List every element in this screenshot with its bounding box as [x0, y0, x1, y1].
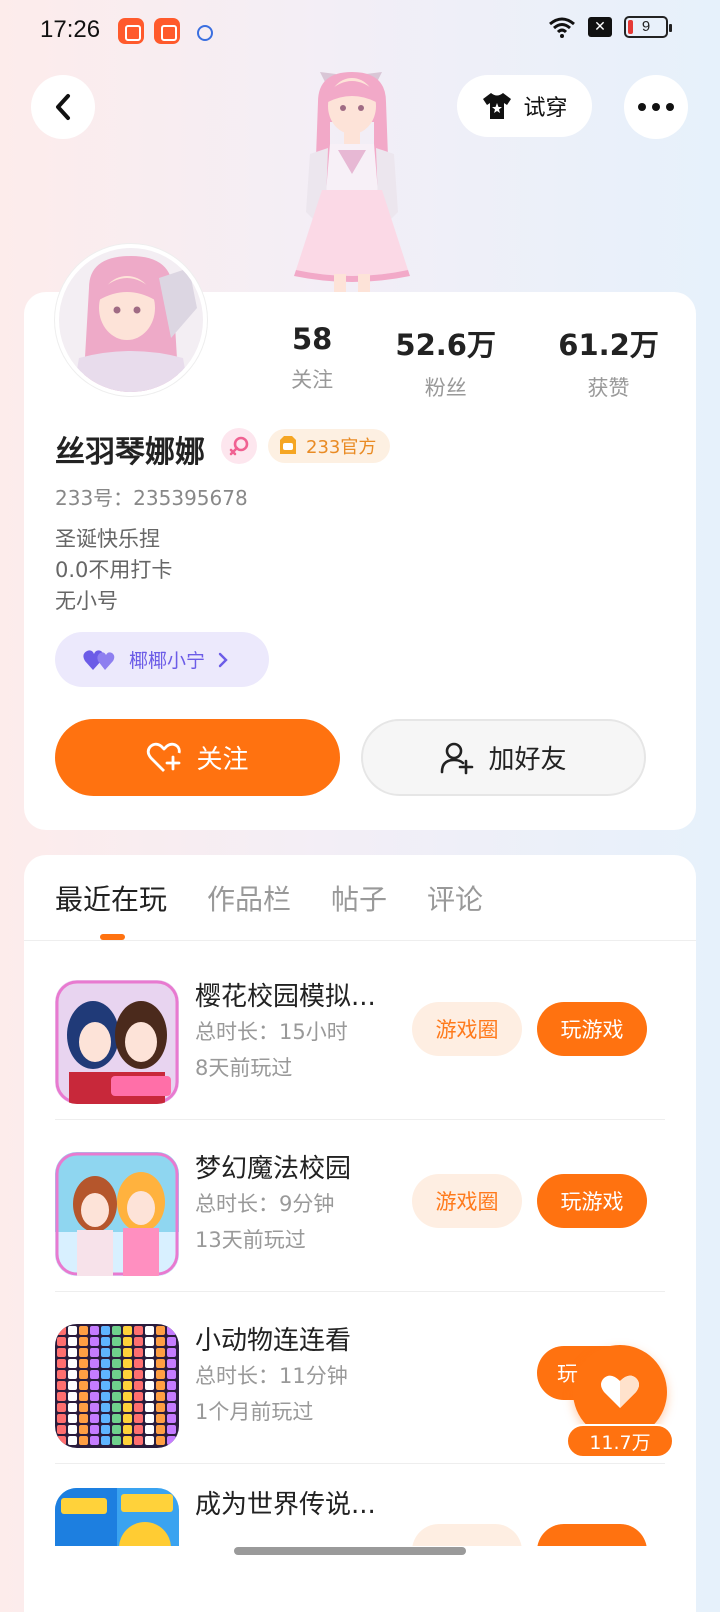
stat-likes[interactable]: 61.2万 获赞: [558, 322, 659, 402]
stat-label: 粉丝: [424, 376, 467, 400]
game-duration: 总时长：15小时: [195, 1020, 348, 1044]
play-game-button[interactable]: 玩游戏: [537, 1002, 647, 1056]
profile-stats: 58 关注 52.6万 粉丝 61.2万 获赞: [260, 322, 690, 402]
avatar-image: [59, 248, 203, 392]
status-indicators: ✕ 9: [548, 16, 672, 38]
list-item[interactable]: 樱花校园模拟... 总时长：15小时 8天前玩过 游戏圈 玩游戏: [24, 948, 696, 1120]
game-icon-animal-link[interactable]: [55, 1324, 179, 1448]
official-badge[interactable]: 233官方: [268, 429, 391, 463]
stat-label: 获赞: [587, 376, 630, 400]
tab-posts[interactable]: 帖子: [331, 878, 387, 918]
double-heart-icon: [83, 649, 115, 670]
like-count: 11.7万: [566, 1424, 674, 1458]
stat-value: 58: [291, 322, 333, 356]
stat-fans[interactable]: 52.6万 粉丝: [395, 322, 496, 402]
add-friend-button[interactable]: 加好友: [361, 719, 646, 796]
avatar-3d-figure: [294, 72, 410, 294]
female-gender-icon: [221, 428, 257, 464]
official-233-icon: [280, 436, 296, 454]
game-icon-magic-school[interactable]: [55, 1152, 179, 1276]
tab-comments[interactable]: 评论: [427, 878, 483, 918]
app-notification-icon: [118, 18, 144, 44]
wifi-icon: [549, 17, 575, 38]
stat-following[interactable]: 58 关注: [291, 322, 333, 402]
heart-plus-icon: [147, 742, 182, 772]
avatar[interactable]: [55, 244, 207, 396]
battery-icon: 9: [624, 16, 672, 38]
user-id[interactable]: 233号：235395678: [55, 482, 248, 511]
follow-button[interactable]: 关注: [55, 719, 340, 796]
add-user-icon: [441, 742, 474, 774]
game-last-played: 13天前玩过: [195, 1228, 306, 1252]
status-notification-icons: [118, 18, 216, 44]
home-indicator[interactable]: [234, 1547, 466, 1555]
stat-value: 61.2万: [558, 328, 659, 362]
game-name: 梦幻魔法校园: [195, 1154, 352, 1184]
list-item[interactable]: 梦幻魔法校园 总时长：9分钟 13天前玩过 游戏圈 玩游戏: [24, 1120, 696, 1292]
username: 丝羽琴娜娜: [55, 435, 205, 470]
cp-name: 椰椰小宁: [129, 650, 206, 672]
game-duration: 总时长：9分钟: [195, 1192, 335, 1216]
heart-icon: [601, 1375, 639, 1408]
game-last-played: 8天前玩过: [195, 1056, 293, 1080]
bio-line: 无小号: [55, 589, 118, 613]
game-circle-button[interactable]: [412, 1524, 522, 1546]
game-circle-button[interactable]: 游戏圈: [412, 1002, 522, 1056]
try-on-button[interactable]: 试穿: [457, 75, 592, 137]
game-name: 樱花校园模拟...: [195, 982, 376, 1012]
game-icon-sakura-school[interactable]: [55, 980, 179, 1104]
baidu-notification-icon: [190, 18, 216, 44]
tab-works[interactable]: 作品栏: [207, 878, 291, 918]
bio-line: 0.0不用打卡: [55, 558, 173, 582]
game-name: 小动物连连看: [195, 1326, 352, 1356]
cp-relation-pill[interactable]: 椰椰小宁: [55, 632, 269, 687]
game-circle-button[interactable]: 游戏圈: [412, 1174, 522, 1228]
game-duration: 总时长：11分钟: [195, 1364, 348, 1388]
app-notification-icon: [154, 18, 180, 44]
bio: 圣诞快乐捏 0.0不用打卡 无小号: [55, 524, 172, 617]
official-badge-label: 233官方: [306, 437, 377, 458]
status-bar: 17:26 ✕ 9: [0, 0, 720, 62]
add-friend-label: 加好友: [488, 745, 567, 775]
tab-divider: [24, 940, 696, 941]
game-last-played: 1个月前玩过: [195, 1400, 314, 1424]
stat-value: 52.6万: [395, 328, 496, 362]
follow-label: 关注: [196, 745, 249, 775]
chevron-left-icon: [56, 94, 70, 120]
list-item[interactable]: 成为世界传说...: [24, 1464, 696, 1546]
game-name: 成为世界传说...: [195, 1490, 376, 1520]
profile-tabs: 最近在玩 作品栏 帖子 评论: [55, 878, 483, 918]
tab-recently-played[interactable]: 最近在玩: [55, 878, 167, 918]
play-game-button[interactable]: 玩游戏: [537, 1174, 647, 1228]
stat-label: 关注: [291, 368, 334, 392]
game-icon-world-legend[interactable]: [55, 1488, 179, 1546]
status-time: 17:26: [40, 16, 101, 43]
try-on-label: 试穿: [523, 96, 568, 121]
chevron-right-icon: [218, 652, 228, 667]
more-button[interactable]: [624, 75, 688, 139]
bio-line: 圣诞快乐捏: [55, 527, 160, 551]
no-sim-icon: ✕: [588, 17, 612, 37]
back-button[interactable]: [31, 75, 95, 139]
more-dots-icon: [638, 103, 674, 111]
play-game-button[interactable]: [537, 1524, 647, 1546]
tshirt-icon: [483, 93, 512, 119]
